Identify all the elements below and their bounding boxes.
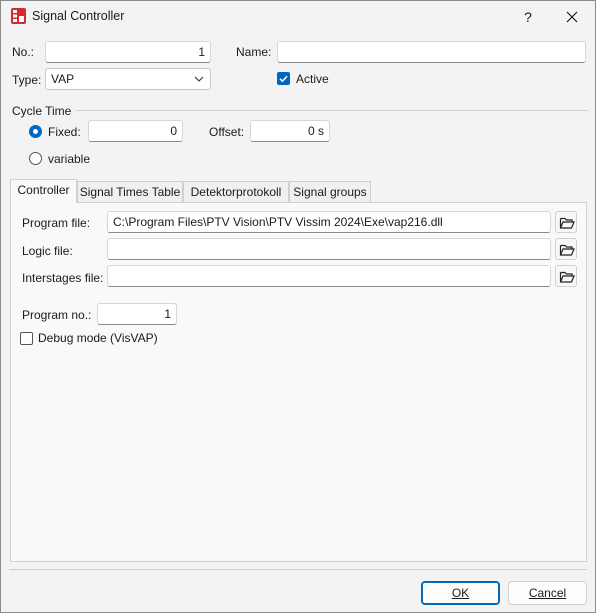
window-title: Signal Controller xyxy=(32,9,125,23)
tab-detektorprotokoll[interactable]: Detektorprotokoll xyxy=(183,181,289,202)
program-file-browse-button[interactable] xyxy=(555,211,577,233)
program-file-field[interactable]: C:\Program Files\PTV Vision\PTV Vissim 2… xyxy=(107,211,551,233)
type-select[interactable]: VAP xyxy=(45,68,211,90)
logic-file-browse-button[interactable] xyxy=(555,238,577,260)
close-icon xyxy=(566,11,578,23)
active-checkbox[interactable] xyxy=(277,72,290,85)
interstages-file-field[interactable] xyxy=(107,265,551,287)
cancel-button[interactable]: Cancel xyxy=(508,581,587,605)
fixed-cycle-field[interactable]: 0 xyxy=(88,120,183,142)
variable-radio[interactable] xyxy=(29,152,42,165)
tab-signal-times-table[interactable]: Signal Times Table xyxy=(77,181,183,202)
checkmark-icon xyxy=(279,75,288,83)
tab-signal-groups[interactable]: Signal groups xyxy=(289,181,371,202)
close-button[interactable] xyxy=(559,5,585,29)
signal-controller-dialog: Signal Controller ? No.: 1 Name: Type: V… xyxy=(0,0,596,613)
folder-open-icon xyxy=(559,217,575,229)
program-no-label: Program no.: xyxy=(22,308,92,322)
variable-label: variable xyxy=(48,152,91,166)
ok-button-label: OK xyxy=(451,586,470,600)
name-label: Name: xyxy=(236,45,272,59)
no-label: No.: xyxy=(12,45,35,59)
cycle-time-heading: Cycle Time xyxy=(12,104,72,118)
offset-field[interactable]: 0 s xyxy=(250,120,330,142)
folder-open-icon xyxy=(559,244,575,256)
cycle-time-divider xyxy=(76,110,588,111)
debug-mode-label: Debug mode (VisVAP) xyxy=(38,331,158,345)
fixed-radio[interactable] xyxy=(29,125,42,138)
program-no-field[interactable]: 1 xyxy=(97,303,177,325)
type-select-value: VAP xyxy=(51,72,75,86)
tab-controller[interactable]: Controller xyxy=(10,179,77,203)
offset-label: Offset: xyxy=(209,125,245,139)
active-label: Active xyxy=(296,72,329,86)
logic-file-field[interactable] xyxy=(107,238,551,260)
footer-divider xyxy=(9,569,587,570)
logic-file-label: Logic file: xyxy=(22,244,73,258)
no-field[interactable]: 1 xyxy=(45,41,211,63)
type-label: Type: xyxy=(12,73,42,87)
chevron-down-icon xyxy=(194,76,204,82)
title-bar: Signal Controller ? xyxy=(1,1,595,32)
folder-open-icon xyxy=(559,271,575,283)
program-file-label: Program file: xyxy=(22,216,91,230)
signal-controller-app-icon xyxy=(11,8,26,24)
debug-mode-checkbox[interactable] xyxy=(20,332,33,345)
interstages-file-browse-button[interactable] xyxy=(555,265,577,287)
interstages-file-label: Interstages file: xyxy=(22,271,104,285)
help-button[interactable]: ? xyxy=(516,5,540,29)
fixed-label: Fixed: xyxy=(48,125,81,139)
name-field[interactable] xyxy=(277,41,586,63)
ok-button[interactable]: OK xyxy=(421,581,500,605)
cancel-button-label: Cancel xyxy=(528,586,567,600)
